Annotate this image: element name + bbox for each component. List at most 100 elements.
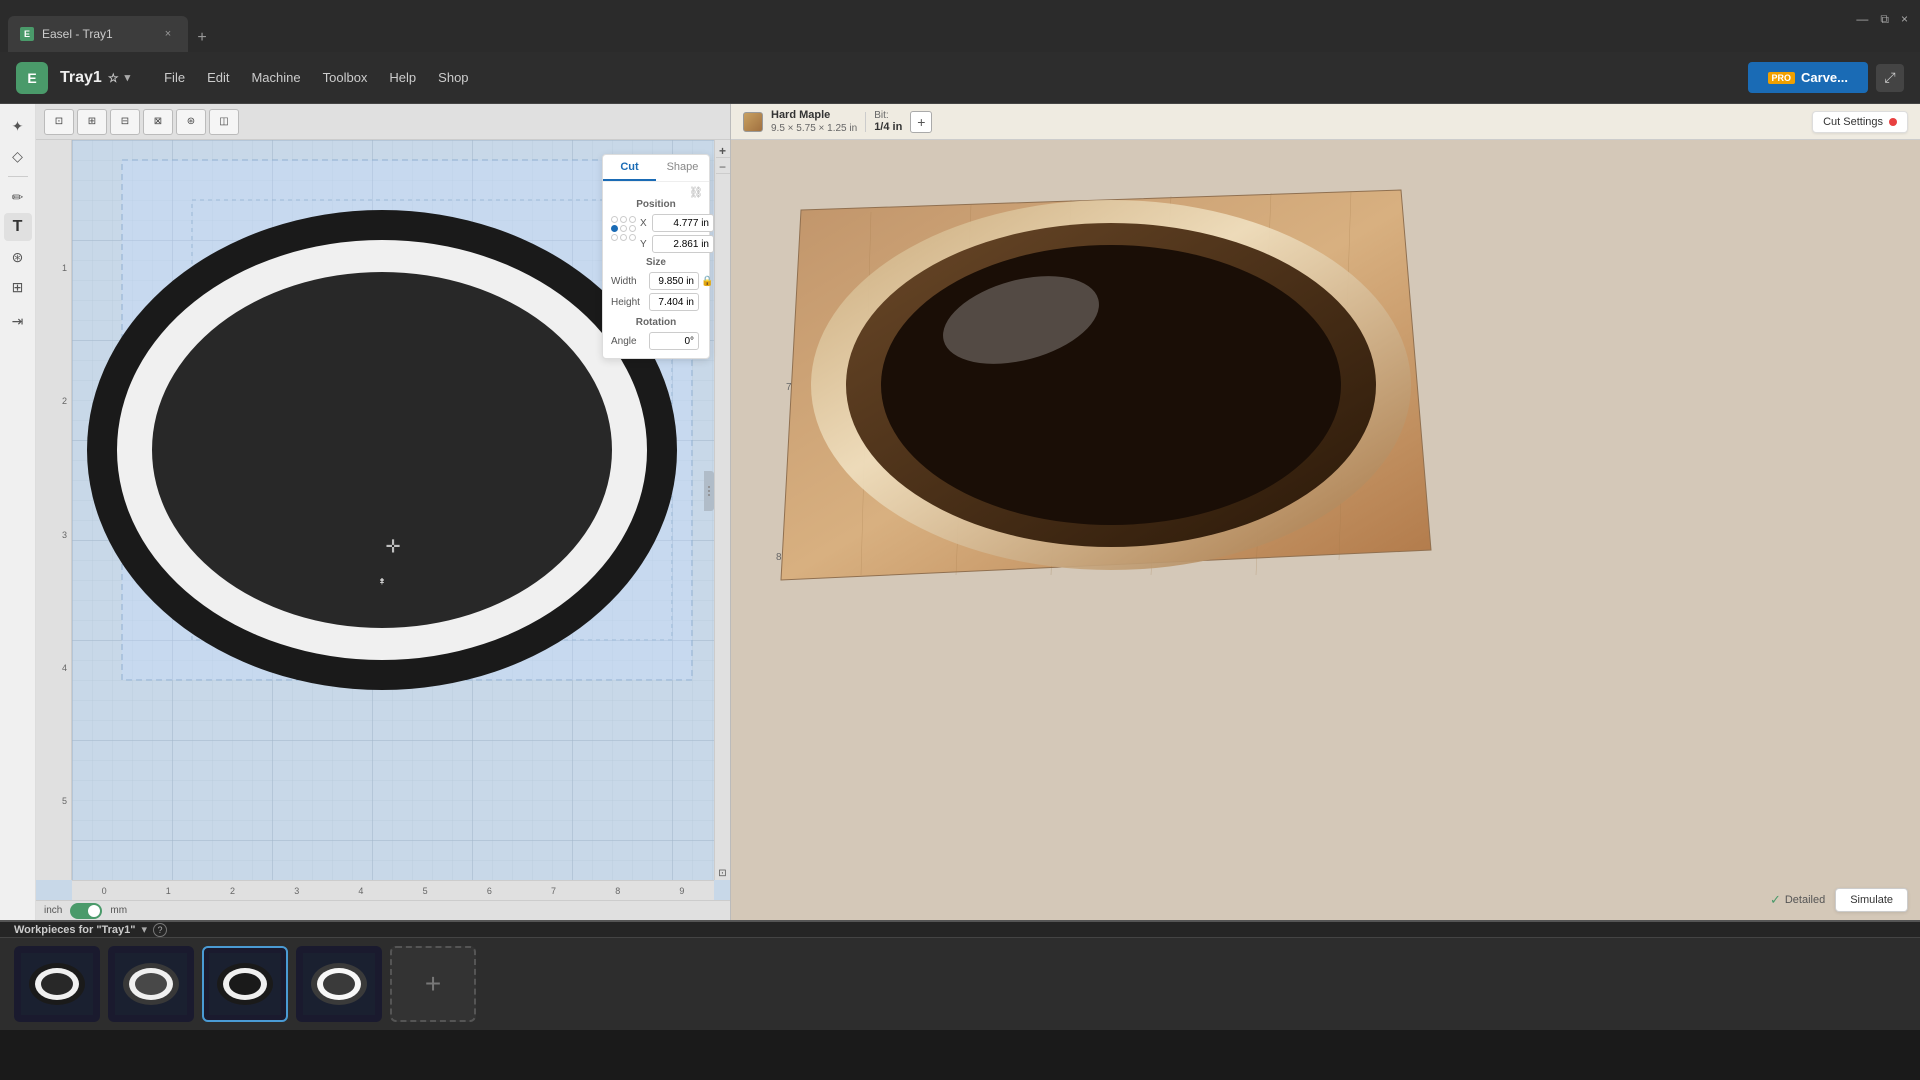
unit-mm-label: mm (110, 905, 127, 916)
preview-3d-content[interactable]: 0 1 2 3 4 5 6 7 8 9 10 11 8 7 (731, 140, 1920, 920)
y-input[interactable] (652, 235, 714, 253)
menu-toolbox[interactable]: Toolbox (313, 64, 378, 91)
toolbar-node-tool[interactable]: ⊛ (4, 243, 32, 271)
menu-help[interactable]: Help (379, 64, 426, 91)
x-label: X (640, 218, 650, 229)
pos-dot-ml[interactable] (611, 225, 618, 232)
project-name: Tray1 ☆ ▾ (60, 69, 130, 87)
workpieces-title: Workpieces for "Tray1" (14, 924, 136, 936)
workpieces-items-container: + (0, 938, 1920, 1030)
height-input[interactable] (649, 293, 699, 311)
pos-dot-bl[interactable] (611, 234, 618, 241)
tab-title: Easel - Tray1 (42, 27, 113, 41)
tab-close-icon[interactable]: × (160, 26, 176, 42)
cut-tab[interactable]: Cut (603, 155, 656, 181)
add-bit-button[interactable]: + (910, 111, 932, 133)
ruler-vertical: 5 4 3 2 1 (36, 140, 72, 880)
new-tab-button[interactable]: + (188, 24, 216, 52)
bit-label: Bit: (874, 110, 902, 121)
cut-settings-button[interactable]: Cut Settings (1812, 111, 1908, 133)
workpieces-dropdown-icon[interactable]: ▾ (142, 923, 148, 936)
svg-text:7: 7 (786, 382, 792, 393)
width-input[interactable] (649, 272, 699, 290)
pos-dot-br[interactable] (629, 234, 636, 241)
align-left-button[interactable]: ⊡ (44, 109, 74, 135)
workpiece-item-1[interactable] (14, 946, 100, 1022)
position-section-title: Position (611, 199, 701, 210)
material-divider (865, 112, 866, 132)
align-top-button[interactable]: ⊠ (143, 109, 173, 135)
menu-machine[interactable]: Machine (241, 64, 310, 91)
simulate-button[interactable]: Simulate (1835, 888, 1908, 912)
unit-inch-label: inch (44, 905, 62, 916)
workpiece-item-4[interactable] (296, 946, 382, 1022)
minimize-button[interactable]: — (1856, 12, 1868, 27)
carve-button[interactable]: PRO Carve... (1748, 62, 1869, 93)
angle-label: Angle (611, 336, 647, 347)
app-logo: E (16, 62, 48, 94)
toolbar-pen-tool[interactable]: ✏ (4, 183, 32, 211)
star-icon[interactable]: ☆ (108, 71, 119, 85)
cut-settings-dot (1889, 118, 1897, 126)
width-label: Width (611, 276, 647, 287)
left-toolbar: ✦ ◇ ✏ T ⊛ ⊞ ⇥ (0, 104, 36, 920)
detailed-checkbox[interactable]: ✓ Detailed (1770, 892, 1825, 908)
zoom-in-button[interactable]: + (716, 144, 730, 158)
align-center-v-button[interactable]: ⊛ (176, 109, 206, 135)
project-dropdown-icon[interactable]: ▾ (125, 71, 131, 84)
browser-tab[interactable]: E Easel - Tray1 × (8, 16, 188, 52)
toolbar-layers-tool[interactable]: ⊞ (4, 273, 32, 301)
svg-text:+: + (380, 578, 385, 587)
pos-dot-tc[interactable] (620, 216, 627, 223)
zoom-controls: + − ⊡ (714, 140, 730, 880)
tab-favicon: E (20, 27, 34, 41)
pos-dot-mr[interactable] (629, 225, 636, 232)
shape-tab[interactable]: Shape (656, 155, 709, 181)
align-right-button[interactable]: ⊟ (110, 109, 140, 135)
rotation-section-title: Rotation (611, 317, 701, 328)
pos-dot-bc[interactable] (620, 234, 627, 241)
workpieces-help-icon[interactable]: ? (153, 923, 167, 937)
zoom-fit-button[interactable]: ⊡ (716, 866, 730, 880)
toolbar-shape-tool[interactable]: ◇ (4, 142, 32, 170)
workpiece-item-3[interactable] (202, 946, 288, 1022)
align-center-h-button[interactable]: ⊞ (77, 109, 107, 135)
pos-dot-tl[interactable] (611, 216, 618, 223)
menu-shop[interactable]: Shop (428, 64, 478, 91)
app-header: E Tray1 ☆ ▾ File Edit Machine Toolbox He… (0, 52, 1920, 104)
height-label: Height (611, 297, 647, 308)
pos-dot-tr[interactable] (629, 216, 636, 223)
pos-dot-mc[interactable] (620, 225, 627, 232)
workpieces-header: Workpieces for "Tray1" ▾ ? (0, 922, 1920, 938)
y-label: Y (640, 239, 650, 250)
toolbar-import-tool[interactable]: ⇥ (4, 307, 32, 335)
preview-top-bar: Hard Maple 9.5 × 5.75 × 1.25 in Bit: 1/4… (731, 104, 1920, 140)
cut-settings-label: Cut Settings (1823, 116, 1883, 128)
unit-toggle[interactable] (70, 903, 102, 919)
toolbar-select-tool[interactable]: ✦ (4, 112, 32, 140)
zoom-out-button[interactable]: − (716, 160, 730, 174)
lock-icon[interactable]: 🔒 (701, 276, 713, 287)
check-icon: ✓ (1770, 892, 1781, 908)
workpiece-item-2[interactable] (108, 946, 194, 1022)
workpieces-strip: Workpieces for "Tray1" ▾ ? (0, 920, 1920, 1030)
menu-file[interactable]: File (154, 64, 195, 91)
restore-button[interactable]: ⧉ (1880, 12, 1889, 27)
material-name: Hard Maple (771, 109, 857, 122)
align-bottom-button[interactable]: ◫ (209, 109, 239, 135)
size-section-title: Size (611, 257, 701, 268)
angle-input[interactable] (649, 332, 699, 350)
bit-section: Bit: 1/4 in (874, 110, 902, 133)
canvas-toolbar: ⊡ ⊞ ⊟ ⊠ ⊛ ◫ (36, 104, 730, 140)
toolbar-text-tool[interactable]: T (4, 213, 32, 241)
window-close-button[interactable]: × (1901, 12, 1908, 27)
expand-button[interactable]: ⤢ (1876, 64, 1904, 92)
menu-edit[interactable]: Edit (197, 64, 239, 91)
side-drag-handle[interactable] (704, 471, 714, 511)
svg-text:8: 8 (776, 552, 782, 563)
x-input[interactable] (652, 214, 714, 232)
ruler-horizontal: 0 1 2 3 4 5 6 7 8 9 (72, 880, 714, 900)
project-title: Tray1 (60, 69, 102, 87)
workpiece-add-button[interactable]: + (390, 946, 476, 1022)
bit-value: 1/4 in (874, 121, 902, 133)
